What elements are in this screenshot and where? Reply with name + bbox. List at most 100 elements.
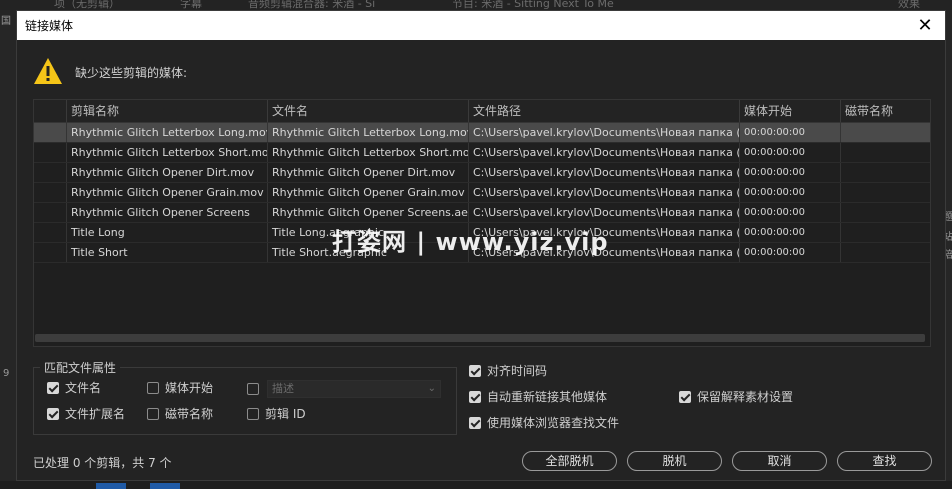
close-button[interactable]: ✕: [905, 11, 945, 40]
table-row[interactable]: Rhythmic Glitch Letterbox Long.mov Rhyth…: [34, 123, 930, 143]
bg-tab-captions[interactable]: 字幕: [180, 0, 202, 10]
group-title: 匹配文件属性: [40, 359, 121, 376]
align-timecode-checkbox[interactable]: 对齐时间码: [469, 362, 547, 379]
timeline-clip[interactable]: [96, 483, 126, 489]
bg-tab-program[interactable]: 节目: 米酒 - Sitting Next To Me: [452, 0, 614, 10]
bg-side-text: 国: [1, 16, 11, 27]
match-file-properties-group: 匹配文件属性: [33, 359, 457, 435]
checkbox-label: 文件名: [65, 381, 102, 395]
column-header-select[interactable]: [34, 100, 66, 122]
media-start-cell: 00:00:00:00: [739, 203, 840, 222]
warning-icon: [34, 58, 62, 84]
media-start-cell: 00:00:00:00: [739, 143, 840, 162]
tape-name-cell: [840, 223, 930, 242]
table-row[interactable]: Rhythmic Glitch Opener Dirt.mov Rhythmic…: [34, 163, 930, 183]
table-row[interactable]: Rhythmic Glitch Letterbox Short.mov Rhyt…: [34, 143, 930, 163]
clip-name-cell: Rhythmic Glitch Opener Grain.mov: [66, 183, 267, 202]
checkbox-unchecked-icon: [247, 383, 259, 395]
description-checkbox[interactable]: [247, 383, 265, 395]
tape-name-checkbox[interactable]: 磁带名称: [147, 405, 213, 422]
checkbox-label: 保留解释素材设置: [697, 390, 794, 404]
clip-name-cell: Rhythmic Glitch Letterbox Short.mov: [66, 143, 267, 162]
row-select-cell: [34, 123, 66, 142]
column-header-file-path[interactable]: 文件路径: [468, 100, 739, 122]
tape-name-cell: [840, 143, 930, 162]
file-name-cell: Rhythmic Glitch Opener Grain.mov: [267, 183, 468, 202]
bg-tab-effects[interactable]: 效果: [898, 0, 920, 10]
checkbox-label: 自动重新链接其他媒体: [487, 390, 608, 404]
row-select-cell: [34, 183, 66, 202]
media-start-cell: 00:00:00:00: [739, 123, 840, 142]
media-start-cell: 00:00:00:00: [739, 163, 840, 182]
tape-name-cell: [840, 123, 930, 142]
checkbox-checked-icon: [469, 390, 481, 403]
file-path-cell: C:\Users\pavel.krylov\Documents\Новая па…: [468, 183, 739, 202]
column-header-media-start[interactable]: 媒体开始: [739, 100, 840, 122]
checkbox-unchecked-icon: [247, 407, 259, 420]
row-select-cell: [34, 143, 66, 162]
media-start-checkbox[interactable]: 媒体开始: [147, 379, 213, 396]
chevron-down-icon: ⌄: [427, 383, 436, 394]
table-row[interactable]: Rhythmic Glitch Opener Screens Rhythmic …: [34, 203, 930, 223]
watermark: 打姿网 | www.yiz.vip: [332, 228, 609, 256]
warning-message: 缺少这些剪辑的媒体:: [75, 66, 188, 80]
checkbox-unchecked-icon: [147, 381, 159, 394]
bg-tab-project[interactable]: 项（无剪辑）: [54, 0, 120, 10]
use-media-browser-checkbox[interactable]: 使用媒体浏览器查找文件: [469, 414, 619, 431]
file-name-cell: Rhythmic Glitch Letterbox Long.mov: [267, 123, 468, 142]
file-extension-checkbox[interactable]: 文件扩展名: [47, 405, 125, 422]
file-name-checkbox[interactable]: 文件名: [47, 379, 101, 396]
file-path-cell: C:\Users\pavel.krylov\Documents\Новая па…: [468, 123, 739, 142]
file-name-cell: Rhythmic Glitch Opener Dirt.mov: [267, 163, 468, 182]
app-left-panel: [0, 10, 16, 489]
offline-all-button[interactable]: 全部脱机: [522, 451, 617, 471]
cancel-button[interactable]: 取消: [732, 451, 827, 471]
tape-name-cell: [840, 203, 930, 222]
horizontal-scrollbar[interactable]: [35, 334, 925, 342]
media-start-cell: 00:00:00:00: [739, 243, 840, 262]
close-icon: ✕: [917, 15, 933, 36]
file-path-cell: C:\Users\pavel.krylov\Documents\Новая па…: [468, 163, 739, 182]
checkbox-checked-icon: [47, 381, 59, 394]
checkbox-checked-icon: [469, 364, 481, 377]
file-path-cell: C:\Users\pavel.krylov\Documents\Новая па…: [468, 143, 739, 162]
checkbox-label: 磁带名称: [165, 407, 214, 421]
locate-button[interactable]: 查找: [837, 451, 932, 471]
column-header-clip-name[interactable]: 剪辑名称: [66, 100, 267, 122]
tape-name-cell: [840, 183, 930, 202]
scrollbar-thumb[interactable]: [35, 334, 925, 342]
timeline-clip[interactable]: [150, 483, 180, 489]
checkbox-label: 对齐时间码: [487, 364, 548, 378]
table-row[interactable]: Rhythmic Glitch Opener Grain.mov Rhythmi…: [34, 183, 930, 203]
checkbox-checked-icon: [47, 407, 59, 420]
clip-name-cell: Rhythmic Glitch Opener Screens: [66, 203, 267, 222]
offline-button[interactable]: 脱机: [627, 451, 722, 471]
file-name-cell: Rhythmic Glitch Letterbox Short.mov: [267, 143, 468, 162]
table-header: 剪辑名称 文件名 文件路径 媒体开始 磁带名称: [34, 100, 930, 123]
column-header-tape-name[interactable]: 磁带名称: [840, 100, 930, 122]
checkbox-label: 文件扩展名: [65, 407, 126, 421]
bg-side-text: 9: [3, 368, 10, 379]
tape-name-cell: [840, 243, 930, 262]
app-timeline-strip: [0, 481, 952, 489]
checkbox-checked-icon: [469, 416, 481, 429]
row-select-cell: [34, 163, 66, 182]
clip-name-cell: Title Long: [66, 223, 267, 242]
clip-id-checkbox[interactable]: 剪辑 ID: [247, 405, 306, 422]
checkbox-label: 媒体开始: [165, 381, 214, 395]
checkbox-label: 使用媒体浏览器查找文件: [487, 416, 620, 430]
description-dropdown[interactable]: 描述 ⌄: [267, 380, 441, 398]
row-select-cell: [34, 243, 66, 262]
status-text: 已处理 0 个剪辑，共 7 个: [33, 456, 172, 470]
preserve-interpret-checkbox[interactable]: 保留解释素材设置: [679, 388, 793, 405]
checkbox-label: 剪辑 ID: [265, 407, 306, 421]
row-select-cell: [34, 223, 66, 242]
file-name-cell: Rhythmic Glitch Opener Screens.aep: [267, 203, 468, 222]
tape-name-cell: [840, 163, 930, 182]
dialog-title: 链接媒体: [25, 19, 74, 33]
column-header-file-name[interactable]: 文件名: [267, 100, 468, 122]
bg-tab-audio-mixer[interactable]: 音频剪辑混合器: 米酒 - Si: [248, 0, 375, 10]
checkbox-unchecked-icon: [147, 407, 159, 420]
description-placeholder: 描述: [272, 382, 294, 395]
relink-others-checkbox[interactable]: 自动重新链接其他媒体: [469, 388, 607, 405]
